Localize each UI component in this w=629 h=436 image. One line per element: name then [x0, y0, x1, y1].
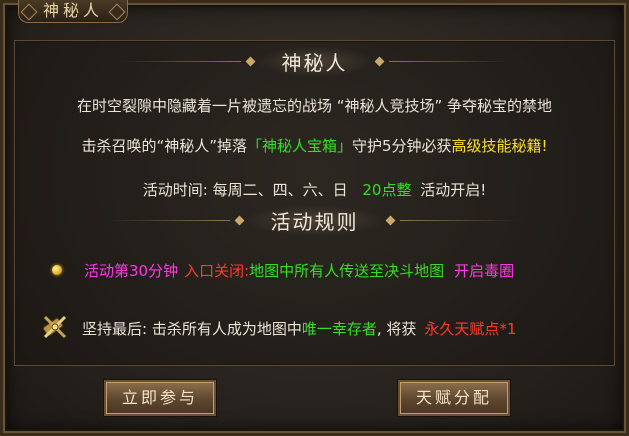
intro-line-2: 击杀召唤的“神秘人”掉落「神秘人宝箱」守护5分钟必获高级技能秘籍!: [0, 135, 629, 156]
talent-allocate-button[interactable]: 天赋分配: [398, 380, 510, 416]
join-now-button[interactable]: 立即参与: [104, 380, 216, 416]
rules-header: 活动规则: [0, 205, 629, 235]
intro-line-2-text-b: 守护5分钟必获: [352, 137, 452, 155]
talent-point-reward: 永久天赋点*1: [424, 319, 517, 338]
rule-2-text-a: 坚持最后: 击杀所有人成为地图中: [82, 319, 302, 338]
intro-line-2-text-a: 击杀召唤的“神秘人”掉落: [81, 137, 247, 155]
intro-header-title: 神秘人: [259, 46, 370, 76]
sole-survivor-highlight: 唯一幸存者: [301, 319, 377, 338]
diamond-ornament-icon: [234, 215, 244, 225]
divider-line: [109, 219, 230, 221]
divider-line: [399, 219, 520, 221]
divider-line: [388, 60, 509, 62]
window-title: 神秘人: [42, 1, 103, 20]
activity-time-line: 活动时间: 每周二、四、六、日 20点整 活动开启!: [0, 179, 629, 200]
rule-1-entry-closed: 入口关闭:: [184, 261, 250, 280]
rules-header-title: 活动规则: [248, 205, 381, 235]
divider-line: [120, 60, 241, 62]
diamond-ornament-icon: [374, 56, 384, 66]
rule-1-time: 活动第30分钟: [84, 261, 179, 280]
diamond-ornament-icon: [245, 56, 255, 66]
activity-time-suffix: 活动开启!: [420, 181, 487, 199]
diamond-ornament-icon: [108, 3, 126, 21]
rule-1: 活动第30分钟 入口关闭: 地图中所有人传送至决斗地图 开启毒圈: [84, 258, 514, 282]
gold-orb-bullet-icon: [52, 265, 62, 275]
rule-2: 坚持最后: 击杀所有人成为地图中 唯一幸存者, 将获 永久天赋点*1: [82, 316, 516, 340]
rule-2-text-b: , 将获: [376, 319, 417, 338]
rule-1-poison-circle: 开启毒圈: [454, 261, 515, 280]
rule-1-teleport: 地图中所有人传送至决斗地图: [249, 261, 445, 280]
intro-header: 神秘人: [0, 46, 629, 76]
activity-time-prefix: 活动时间: 每周二、四、六、日: [142, 181, 348, 199]
treasure-chest-highlight: 「神秘人宝箱」: [246, 137, 352, 155]
skill-book-highlight: 高级技能秘籍!: [451, 137, 548, 155]
diamond-ornament-icon: [385, 215, 395, 225]
activity-time-value: 20点整: [362, 181, 412, 199]
window-title-tab: 神秘人: [18, 0, 128, 23]
diamond-ornament-icon: [20, 3, 38, 21]
crossed-swords-icon: [43, 315, 67, 339]
intro-line-1: 在时空裂隙中隐藏着一片被遗忘的战场 “神秘人竞技场” 争夺秘宝的禁地: [76, 97, 553, 115]
